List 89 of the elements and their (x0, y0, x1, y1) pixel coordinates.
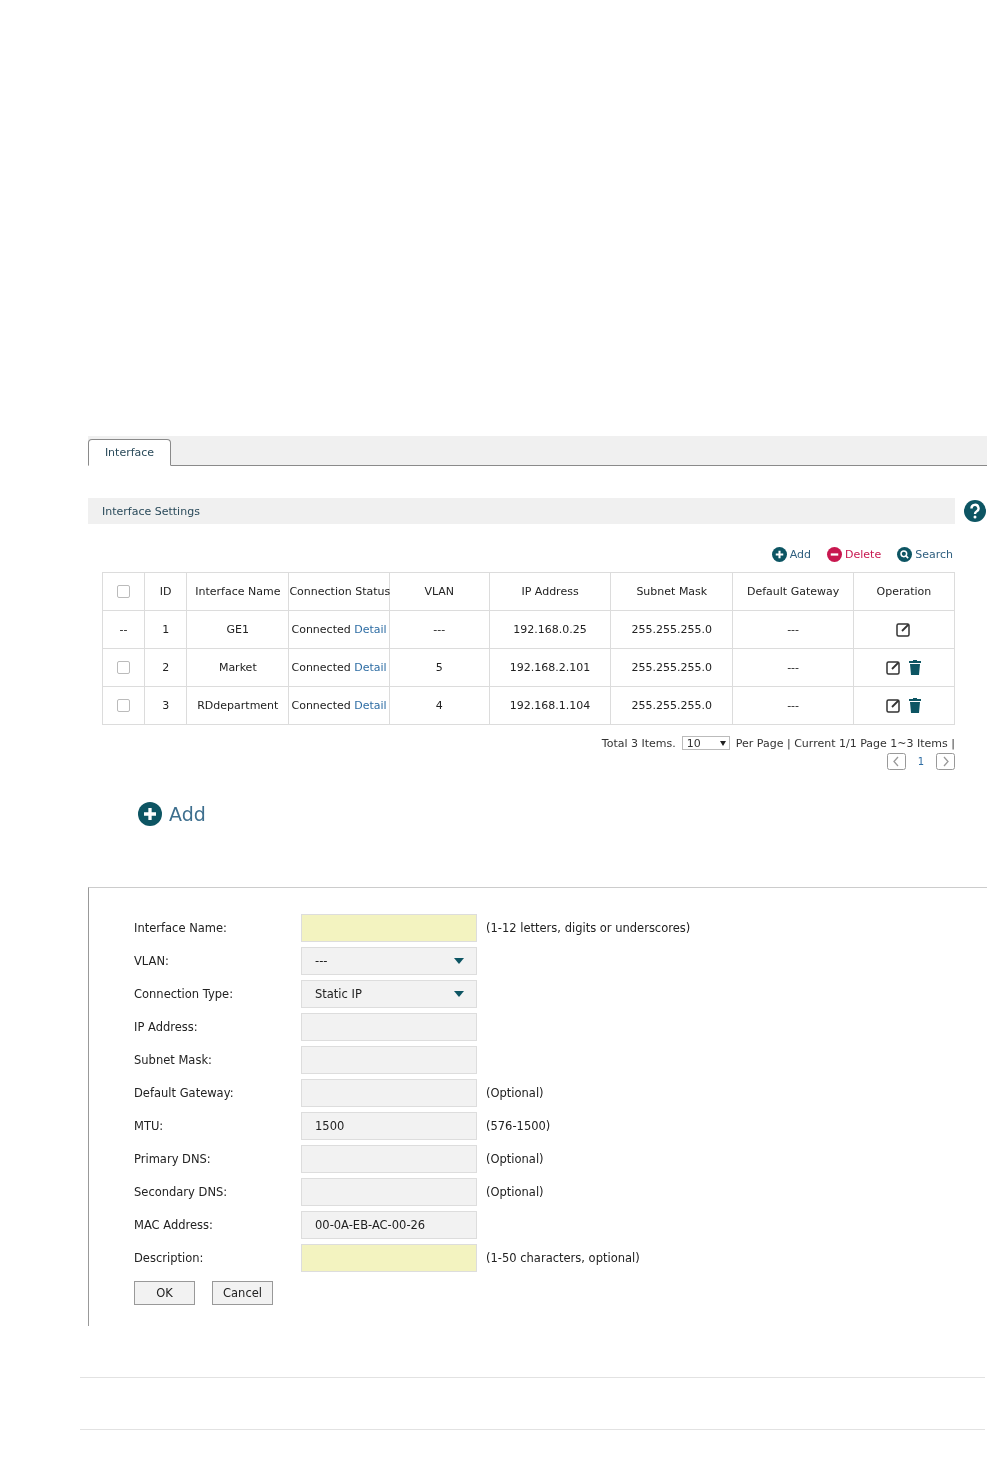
detail-link[interactable]: Detail (354, 623, 387, 636)
table-cell: RDdepartment (186, 686, 289, 725)
table-cell: GE1 (186, 610, 289, 649)
table-cell: --- (732, 648, 854, 687)
input-field[interactable] (301, 914, 477, 942)
table-cell: 3 (144, 686, 187, 725)
column-header: Default Gateway (732, 572, 854, 611)
checkbox[interactable] (117, 585, 131, 599)
input-field[interactable] (301, 1079, 477, 1107)
column-header: VLAN (389, 572, 490, 611)
page-number[interactable]: 1 (913, 756, 928, 767)
checkbox[interactable] (117, 699, 131, 713)
input-field[interactable] (301, 1244, 477, 1272)
field-label: Connection Type: (134, 987, 234, 1001)
field-label: Primary DNS: (134, 1152, 212, 1166)
table-cell: 192.168.1.104 (489, 686, 611, 725)
input-field[interactable] (301, 1013, 477, 1041)
field-hint: (Optional) (486, 1152, 544, 1166)
column-header: IP Address (489, 572, 611, 611)
minus-circle-icon (827, 546, 843, 562)
page-info-text: Per Page | Current 1/1 Page 1~3 Items | (735, 736, 955, 750)
plus-circle-icon (138, 802, 162, 826)
field-label: MTU: (134, 1119, 165, 1133)
edit-icon[interactable] (886, 660, 902, 675)
field-label: VLAN: (134, 954, 170, 968)
input-field[interactable]: 00-0A-EB-AC-00-26 (301, 1211, 477, 1239)
input-field[interactable] (301, 1178, 477, 1206)
field-hint: (1-12 letters, digits or underscores) (486, 921, 691, 935)
search-icon (897, 546, 913, 562)
cancel-button[interactable]: Cancel (212, 1281, 273, 1305)
table-cell: 255.255.255.0 (610, 686, 733, 725)
field-hint: (Optional) (486, 1086, 544, 1100)
column-header: Connection Status (288, 572, 390, 611)
table-cell: 255.255.255.0 (610, 610, 733, 649)
table-cell: --- (732, 686, 854, 725)
table-cell: Connected Detail (288, 648, 390, 687)
search-button[interactable]: Search (897, 546, 953, 562)
table-cell: 2 (144, 648, 187, 687)
delete-button[interactable]: Delete (827, 546, 882, 562)
checkbox[interactable] (117, 661, 131, 675)
edit-icon[interactable] (896, 622, 912, 637)
per-page-select[interactable]: 10 (681, 736, 730, 750)
plus-circle-icon (771, 546, 787, 562)
column-header: Operation (853, 572, 955, 611)
table-cell: -- (102, 610, 145, 649)
detail-link[interactable]: Detail (354, 699, 387, 712)
table-cell: 5 (389, 648, 490, 687)
table-cell: 192.168.2.101 (489, 648, 611, 687)
dropdown-arrow-icon (719, 740, 726, 746)
field-hint: (576-1500) (486, 1119, 551, 1133)
trash-icon[interactable] (909, 698, 922, 713)
detail-link[interactable]: Detail (354, 661, 387, 674)
dropdown-arrow-icon (454, 958, 464, 964)
section-title: Interface Settings (102, 504, 200, 518)
ok-button[interactable]: OK (134, 1281, 195, 1305)
field-label: Interface Name: (134, 921, 228, 935)
field-label: MAC Address: (134, 1218, 214, 1232)
total-text: Total 3 Items. (601, 736, 676, 750)
table-cell: Connected Detail (288, 686, 390, 725)
field-hint: (1-50 characters, optional) (486, 1251, 640, 1265)
column-header: Subnet Mask (610, 572, 733, 611)
input-field[interactable]: 1500 (301, 1112, 477, 1140)
trash-icon[interactable] (909, 660, 922, 675)
column-header: ID (144, 572, 187, 611)
table-cell: --- (732, 610, 854, 649)
table-cell: 1 (144, 610, 187, 649)
add-button[interactable]: Add (771, 546, 812, 562)
field-hint: (Optional) (486, 1185, 544, 1199)
help-icon[interactable] (964, 500, 986, 522)
select-field[interactable]: --- (301, 947, 477, 975)
field-label: Secondary DNS: (134, 1185, 229, 1199)
add-button[interactable]: Add (138, 802, 206, 826)
field-label: Default Gateway: (134, 1086, 235, 1100)
edit-icon[interactable] (886, 698, 902, 713)
column-header: Interface Name (186, 572, 289, 611)
input-field[interactable] (301, 1046, 477, 1074)
table-cell: --- (389, 610, 490, 649)
tab[interactable]: Interface (88, 439, 171, 466)
table-cell: 4 (389, 686, 490, 725)
field-label: Description: (134, 1251, 205, 1265)
field-label: IP Address: (134, 1020, 199, 1034)
input-field[interactable] (301, 1145, 477, 1173)
table-cell: 255.255.255.0 (610, 648, 733, 687)
dropdown-arrow-icon (454, 991, 464, 997)
table-cell: Connected Detail (288, 610, 390, 649)
select-field[interactable]: Static IP (301, 980, 477, 1008)
table-cell: 192.168.0.25 (489, 610, 611, 649)
field-label: Subnet Mask: (134, 1053, 213, 1067)
table-cell: Market (186, 648, 289, 687)
